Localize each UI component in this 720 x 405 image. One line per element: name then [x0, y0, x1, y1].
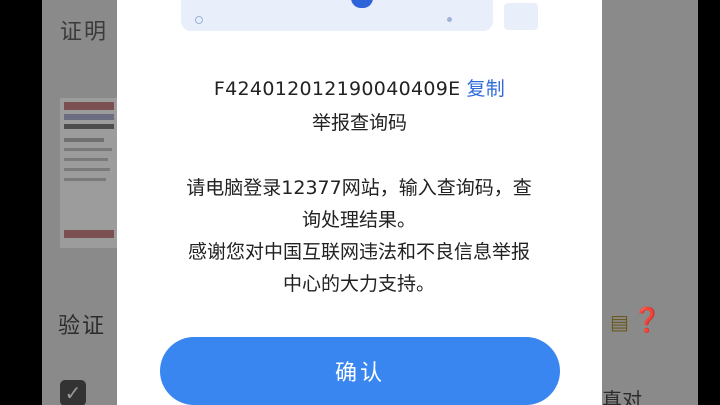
background-verify-heading: 验证	[58, 314, 107, 339]
shield-icon	[351, 0, 373, 8]
decor-dot-icon	[447, 17, 452, 22]
letterbox-right	[698, 0, 720, 405]
query-code-row: F424012012190040409E 复制	[117, 74, 602, 101]
agreement-checkbox[interactable]: ✓	[60, 380, 86, 405]
dialog-header-decoration	[504, 3, 538, 30]
report-success-dialog: F424012012190040409E 复制 举报查询码 请电脑登录12377网…	[117, 0, 602, 405]
query-code-caption: 举报查询码	[311, 112, 407, 134]
help-question-icon[interactable]: ❓	[632, 306, 662, 334]
copy-link[interactable]: 复制	[466, 78, 505, 100]
dialog-message: 请电脑登录12377网站，输入查询码，查 询处理结果。 感谢您对中国互联网违法和…	[159, 172, 559, 300]
decor-circle-icon	[195, 16, 203, 24]
dialog-header-illustration	[181, 0, 493, 31]
message-line: 询处理结果。	[301, 209, 416, 231]
background-title: 证明	[60, 20, 109, 45]
message-line: 请电脑登录12377网站，输入查询码，查	[186, 177, 532, 199]
captcha-refresh-icon[interactable]: ▤	[610, 310, 629, 334]
message-line: 感谢您对中国互联网违法和不良信息举报	[187, 241, 530, 263]
letterbox-left	[0, 0, 42, 405]
background-right-text: 真对	[602, 388, 642, 405]
confirm-button[interactable]: 确认	[160, 337, 560, 405]
query-code-value: F424012012190040409E	[213, 78, 461, 100]
evidence-thumbnail	[60, 98, 118, 248]
message-line: 中心的大力支持。	[282, 273, 435, 295]
